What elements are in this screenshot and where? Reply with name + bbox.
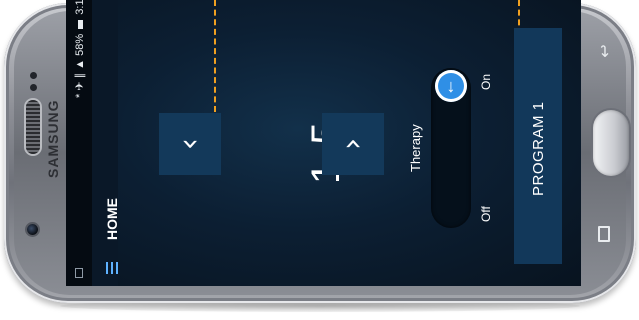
decrease-button[interactable]: ‹ — [159, 113, 221, 175]
toggle-off-label: Off — [479, 206, 493, 222]
increase-button[interactable]: › — [322, 113, 384, 175]
battery-icon — [77, 19, 83, 29]
front-camera — [27, 224, 38, 235]
back-key-icon[interactable]: ↩ — [597, 42, 615, 60]
home-key[interactable] — [593, 110, 629, 176]
proximity-sensor — [30, 72, 37, 79]
light-sensor — [30, 84, 37, 91]
program-button-label: PROGRAM 1 — [530, 101, 547, 196]
status-time: 3:19 PM — [74, 0, 86, 15]
guide-line-left — [214, 0, 216, 112]
notification-icon — [75, 268, 83, 278]
page-title: HOME — [104, 198, 120, 240]
status-bar-text: * ✈ ∥ ▲ 58% 3:19 PM — [73, 0, 86, 98]
chevron-right-icon: › — [335, 138, 370, 150]
status-icons: * ✈ ∥ ▲ 58% — [74, 33, 86, 98]
hamburger-menu-icon[interactable] — [106, 262, 118, 274]
app-bar — [92, 0, 118, 286]
brand-logo: SAMSUNG — [45, 99, 61, 178]
therapy-label: Therapy — [408, 124, 423, 172]
toggle-knob[interactable]: ↓ — [435, 70, 467, 102]
arrow-down-icon: ↓ — [446, 76, 456, 96]
stage: SAMSUNG ↩ * ✈ ∥ ▲ 58% 3:19 PM HOME ‹ 1.5… — [0, 0, 639, 320]
recent-apps-icon[interactable] — [598, 226, 610, 242]
earpiece-speaker — [26, 100, 40, 154]
screen: * ✈ ∥ ▲ 58% 3:19 PM HOME ‹ 1.5 › Therapy… — [66, 0, 581, 286]
toggle-on-label: On — [479, 73, 493, 90]
chevron-left-icon: ‹ — [172, 138, 207, 150]
